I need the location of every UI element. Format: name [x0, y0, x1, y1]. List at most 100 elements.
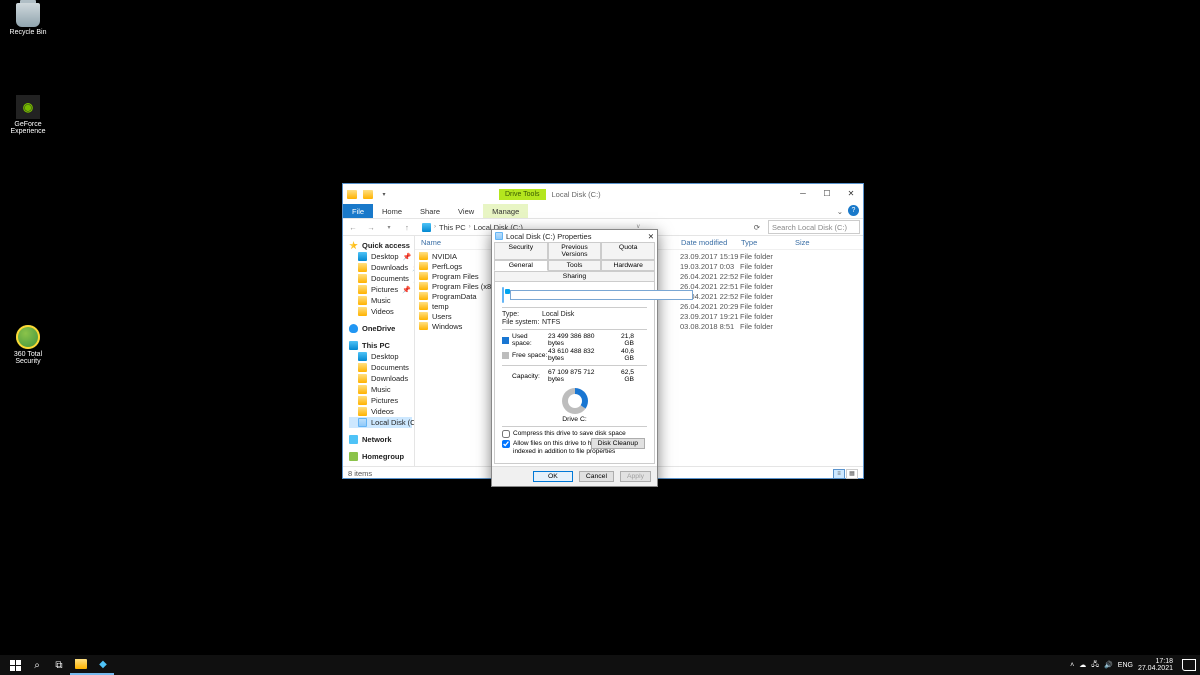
recycle-bin[interactable]: Recycle Bin — [5, 3, 51, 36]
nav-pc-documents[interactable]: Documents — [349, 362, 412, 373]
tab-quota[interactable]: Quota — [601, 242, 655, 260]
ribbon-expand-icon[interactable]: ⌄ — [837, 207, 843, 216]
tab-security[interactable]: Security — [494, 242, 548, 260]
minimize-button[interactable]: ─ — [791, 184, 815, 202]
notification-center-icon[interactable] — [1182, 659, 1196, 671]
tab-hardware[interactable]: Hardware — [601, 260, 655, 271]
nav-documents[interactable]: Documents📌 — [349, 273, 412, 284]
nav-downloads[interactable]: Downloads📌 — [349, 262, 412, 273]
nav-music[interactable]: Music — [349, 295, 412, 306]
free-label: Free space: — [512, 352, 548, 359]
folder-icon — [75, 659, 87, 669]
ribbon-view[interactable]: View — [449, 204, 483, 218]
col-type[interactable]: Type — [741, 238, 795, 247]
tab-previous-versions[interactable]: Previous Versions — [548, 242, 602, 260]
star-icon — [349, 241, 358, 250]
nav-videos[interactable]: Videos — [349, 306, 412, 317]
network-icon — [349, 435, 358, 444]
dialog-titlebar[interactable]: Local Disk (C:) Properties ✕ — [492, 230, 657, 242]
free-bytes: 43 610 488 832 bytes — [548, 348, 610, 362]
file-type: File folder — [740, 282, 794, 291]
nav-local-disk[interactable]: Local Disk (C:) — [349, 417, 412, 428]
taskbar-app[interactable]: ◆ — [92, 655, 114, 675]
nav-forward-icon[interactable]: → — [364, 220, 378, 234]
documents-icon — [358, 274, 367, 283]
ribbon-share[interactable]: Share — [411, 204, 449, 218]
tab-tools[interactable]: Tools — [548, 260, 602, 271]
tray-network-icon[interactable]: 🖧 — [1091, 660, 1099, 671]
nav-homegroup[interactable]: Homegroup — [349, 451, 412, 462]
task-view-button[interactable]: ⧉ — [48, 655, 70, 675]
tray-onedrive-icon[interactable]: ☁ — [1079, 661, 1086, 669]
file-type: File folder — [740, 252, 794, 261]
close-button[interactable]: ✕ — [839, 184, 863, 202]
drive-small-icon — [495, 232, 503, 240]
nav-back-icon[interactable]: ← — [346, 220, 360, 234]
free-gb: 40,6 GB — [610, 348, 634, 362]
apply-button[interactable]: Apply — [620, 471, 651, 482]
tray-expand-icon[interactable]: ˄ — [1070, 662, 1074, 669]
file-type: File folder — [740, 272, 794, 281]
nav-up-icon[interactable]: ↑ — [400, 220, 414, 234]
maximize-button[interactable]: ☐ — [815, 184, 839, 202]
nav-pictures[interactable]: Pictures📌 — [349, 284, 412, 295]
nav-pc-desktop[interactable]: Desktop — [349, 351, 412, 362]
recycle-bin-icon — [16, 3, 40, 27]
view-details-icon[interactable]: ≡ — [833, 469, 845, 479]
clock-time: 17:18 — [1138, 658, 1173, 665]
music-icon — [358, 385, 367, 394]
search-input[interactable]: Search Local Disk (C:) — [768, 220, 860, 234]
geforce-experience[interactable]: ◉ GeForce Experience — [5, 95, 51, 135]
qa-properties-icon[interactable] — [361, 187, 375, 201]
ribbon-manage[interactable]: Manage — [483, 204, 528, 218]
drive-label-input[interactable] — [510, 290, 693, 300]
nav-desktop[interactable]: Desktop📌 — [349, 251, 412, 262]
col-size[interactable]: Size — [795, 238, 835, 247]
folder-icon — [419, 302, 428, 310]
explorer-icon — [345, 187, 359, 201]
nav-pane: Quick access Desktop📌 Downloads📌 Documen… — [343, 236, 415, 466]
videos-icon — [358, 407, 367, 416]
tab-sharing[interactable]: Sharing — [494, 271, 655, 282]
ok-button[interactable]: OK — [533, 471, 573, 482]
nav-network[interactable]: Network — [349, 434, 412, 445]
nav-pc-downloads[interactable]: Downloads — [349, 373, 412, 384]
free-swatch — [502, 352, 509, 359]
nav-pc-videos[interactable]: Videos — [349, 406, 412, 417]
capacity-label: Capacity: — [512, 373, 548, 380]
360-total-security[interactable]: 360 Total Security — [5, 325, 51, 365]
disk-cleanup-button[interactable]: Disk Cleanup — [591, 438, 645, 449]
nav-thispc[interactable]: This PC — [349, 340, 412, 351]
view-icons-icon[interactable]: ▦ — [846, 469, 858, 479]
nav-pc-pictures[interactable]: Pictures — [349, 395, 412, 406]
taskbar: ⌕ ⧉ ◆ ˄ ☁ 🖧 🔊 ENG 17:18 27.04.2021 — [0, 655, 1200, 675]
tray-volume-icon[interactable]: 🔊 — [1104, 661, 1113, 669]
dialog-close-icon[interactable]: ✕ — [648, 232, 654, 241]
nav-recent-icon[interactable]: ▾ — [382, 220, 396, 234]
nav-quick-access[interactable]: Quick access — [349, 240, 412, 251]
file-type: File folder — [740, 292, 794, 301]
tray-language[interactable]: ENG — [1118, 662, 1133, 669]
type-label: Type: — [502, 311, 542, 318]
help-icon[interactable]: ? — [848, 205, 859, 216]
col-date[interactable]: Date modified — [681, 238, 741, 247]
crumb-thispc[interactable]: This PC — [439, 223, 466, 232]
drive-tools-tab[interactable]: Drive Tools — [499, 189, 546, 200]
search-button[interactable]: ⌕ — [26, 655, 48, 675]
ribbon-file[interactable]: File — [343, 204, 373, 218]
windows-logo-icon — [10, 660, 21, 671]
ribbon: File Home Share View Manage ⌄ ? — [343, 204, 863, 218]
start-button[interactable] — [4, 655, 26, 675]
taskbar-clock[interactable]: 17:18 27.04.2021 — [1138, 658, 1173, 672]
ribbon-home[interactable]: Home — [373, 204, 411, 218]
refresh-icon[interactable]: ⟳ — [754, 223, 760, 232]
nav-pc-music[interactable]: Music — [349, 384, 412, 395]
compress-checkbox[interactable]: Compress this drive to save disk space — [502, 430, 647, 438]
titlebar[interactable]: ▾ Drive Tools Local Disk (C:) ─ ☐ ✕ — [343, 184, 863, 204]
qa-dropdown-icon[interactable]: ▾ — [377, 187, 391, 201]
tab-general[interactable]: General — [494, 260, 548, 271]
nav-onedrive[interactable]: OneDrive — [349, 323, 412, 334]
taskbar-explorer[interactable] — [70, 655, 92, 675]
folder-icon — [419, 262, 428, 270]
cancel-button[interactable]: Cancel — [579, 471, 614, 482]
